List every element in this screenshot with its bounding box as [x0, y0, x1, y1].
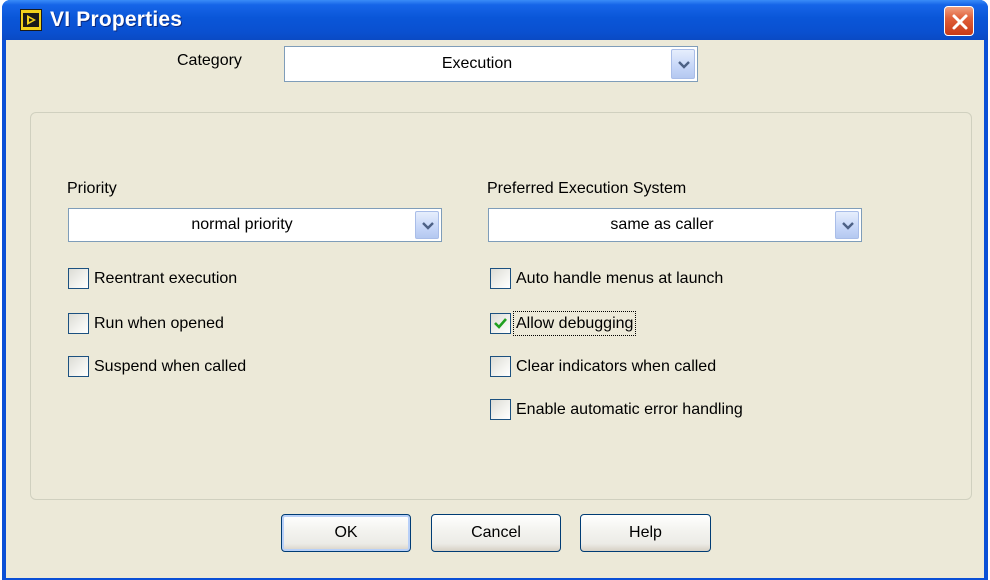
category-dropdown[interactable]: Execution: [284, 46, 698, 82]
clear-indicators-label: Clear indicators when called: [516, 358, 717, 375]
auto-handle-menus-label: Auto handle menus at launch: [516, 270, 724, 287]
close-button[interactable]: [944, 6, 974, 36]
reentrant-execution-checkbox[interactable]: [68, 268, 89, 289]
suspend-when-called-label: Suspend when called: [94, 358, 247, 375]
execution-system-value: same as caller: [610, 216, 714, 233]
ok-button[interactable]: OK: [281, 514, 411, 552]
priority-dropdown-button[interactable]: [415, 211, 439, 239]
category-label: Category: [177, 52, 242, 69]
window-title: VI Properties: [50, 8, 183, 31]
run-when-opened-label: Run when opened: [94, 315, 224, 332]
chevron-down-icon: [678, 61, 690, 69]
labview-vi-icon: [20, 9, 42, 31]
clear-indicators-checkbox[interactable]: [490, 356, 511, 377]
cancel-button[interactable]: Cancel: [431, 514, 561, 552]
execution-settings-panel: [30, 112, 972, 500]
auto-error-handling-checkbox[interactable]: [490, 399, 511, 420]
execution-system-dropdown-button[interactable]: [835, 211, 859, 239]
checkmark-icon: [494, 318, 507, 329]
priority-dropdown[interactable]: normal priority: [68, 208, 442, 242]
execution-system-label: Preferred Execution System: [487, 180, 687, 197]
close-x-icon: [952, 14, 968, 30]
priority-label: Priority: [67, 180, 117, 197]
allow-debugging-checkbox[interactable]: [490, 313, 511, 334]
category-value: Execution: [441, 55, 513, 72]
auto-error-handling-label: Enable automatic error handling: [516, 401, 743, 418]
chevron-down-icon: [842, 222, 854, 230]
title-bar[interactable]: VI Properties: [2, 0, 988, 40]
allow-debugging-label: Allow debugging: [512, 311, 637, 336]
reentrant-execution-label: Reentrant execution: [94, 270, 238, 287]
priority-value: normal priority: [191, 216, 293, 233]
suspend-when-called-checkbox[interactable]: [68, 356, 89, 377]
auto-handle-menus-checkbox[interactable]: [490, 268, 511, 289]
help-button[interactable]: Help: [580, 514, 711, 552]
chevron-down-icon: [422, 222, 434, 230]
category-dropdown-button[interactable]: [671, 49, 695, 79]
execution-system-dropdown[interactable]: same as caller: [488, 208, 862, 242]
run-when-opened-checkbox[interactable]: [68, 313, 89, 334]
